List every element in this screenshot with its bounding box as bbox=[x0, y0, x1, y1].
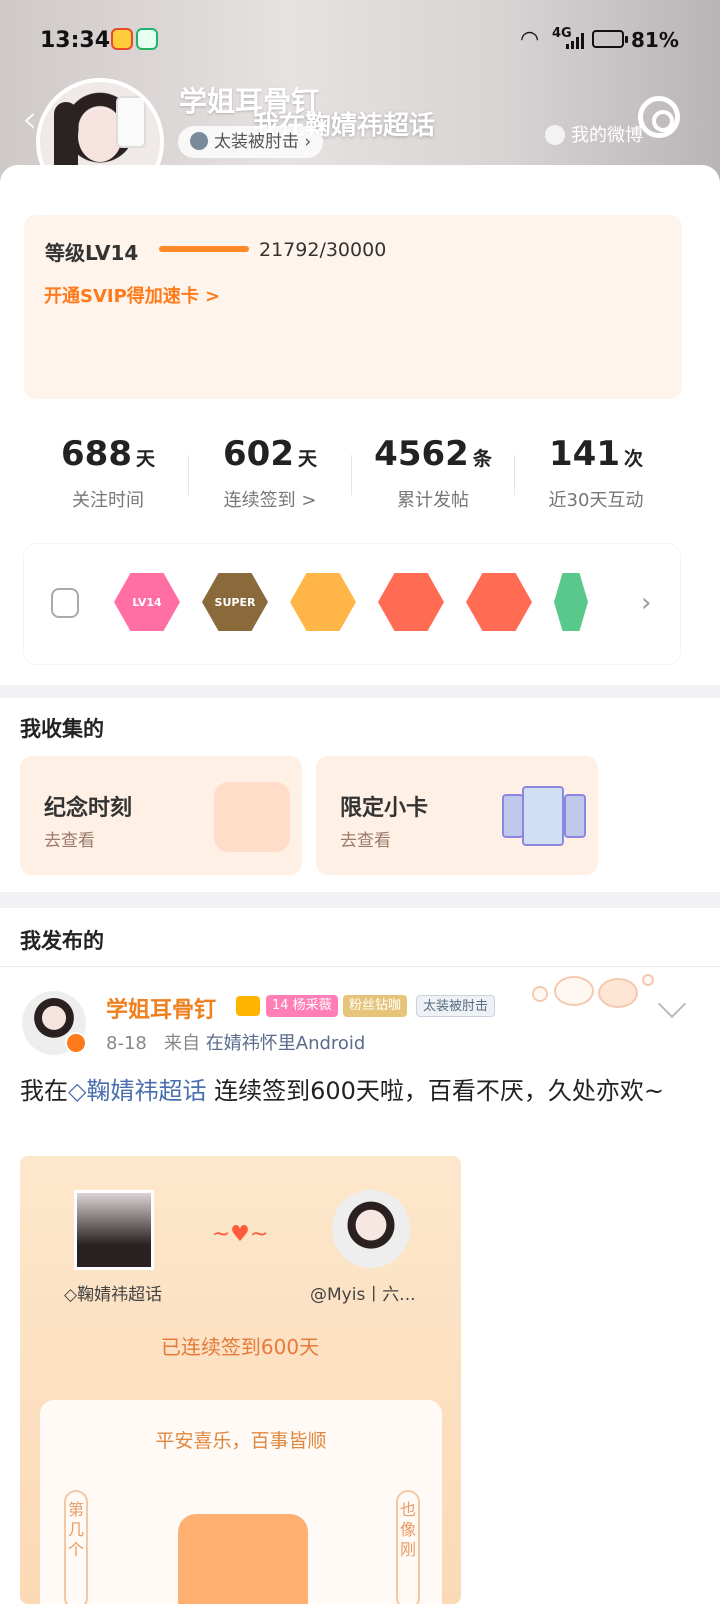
user-avatar-image bbox=[332, 1190, 410, 1268]
stat-checkin-streak[interactable]: 602 天 连续签到 > bbox=[190, 434, 350, 512]
collection-moments[interactable]: 纪念时刻 去查看 bbox=[20, 756, 302, 875]
crown-icon bbox=[236, 996, 260, 1016]
collection-limited-cards[interactable]: 限定小卡 去查看 bbox=[316, 756, 598, 875]
side-text-left: 第几个 bbox=[64, 1490, 88, 1604]
collections-title: 我收集的 bbox=[20, 717, 104, 741]
medal-icon bbox=[51, 588, 79, 618]
level-progress-text: 21792/30000 bbox=[259, 239, 387, 261]
post-meta: 8-18 来自 在婧祎怀里Android bbox=[106, 1029, 365, 1055]
checkin-topic-label: ◇鞠婧祎超话 bbox=[64, 1285, 163, 1305]
divider bbox=[514, 455, 515, 495]
post-date: 8-18 bbox=[106, 1033, 147, 1054]
settings-gear-icon[interactable] bbox=[638, 96, 680, 138]
cat-icon bbox=[190, 132, 208, 150]
profile-tag-label: 太装被肘击 bbox=[214, 132, 299, 152]
checkin-inner-card: 平安喜乐，百事皆顺 第几个 也像刚 bbox=[40, 1400, 442, 1604]
stat-follow-time: 688 天 关注时间 bbox=[61, 434, 155, 511]
divider bbox=[188, 455, 189, 495]
heartbeat-icon: ~♥~ bbox=[211, 1222, 269, 1247]
level-progress-bar bbox=[159, 246, 249, 252]
chevron-right-icon[interactable]: › bbox=[641, 588, 651, 618]
divider bbox=[351, 455, 352, 495]
decoration-icon bbox=[532, 974, 662, 1014]
post-source[interactable]: 在婧祎怀里Android bbox=[206, 1033, 366, 1054]
checkin-user-label: @Myis丨六... bbox=[310, 1285, 416, 1305]
calendar-gift-icon bbox=[178, 1514, 308, 1604]
checkin-card-image[interactable]: ~♥~ ◇鞠婧祎超话 @Myis丨六... 已连续签到600天 平安喜乐，百事皆… bbox=[20, 1156, 461, 1604]
photo-cards-art-icon bbox=[502, 786, 586, 846]
profile-tag[interactable]: 太装被肘击 › bbox=[178, 126, 324, 158]
svip-upgrade-link[interactable]: 开通SVIP得加速卡 > bbox=[44, 282, 220, 308]
checkin-wish-text: 平安喜乐，百事皆顺 bbox=[155, 1430, 327, 1452]
fan-diamond-badge[interactable]: 粉丝钻咖 bbox=[343, 995, 408, 1017]
supertopic-link[interactable]: ◇鞠婧祎超话 bbox=[68, 1077, 206, 1105]
post-author-name[interactable]: 学姐耳骨钉 bbox=[106, 992, 216, 1024]
stat-total-posts: 4562 条 累计发帖 bbox=[374, 434, 492, 511]
side-text-right: 也像刚 bbox=[396, 1490, 420, 1604]
stat-interactions: 141 次 近30天互动 bbox=[548, 434, 644, 511]
profile-page: 13:34 ◠ 4G 81% ‹ v 学姐耳骨钉 我在鞠婧祎超话 太装被肘击 ›… bbox=[0, 0, 720, 1604]
checkin-days-text: 已连续签到600天 bbox=[160, 1335, 320, 1359]
supertopic-image bbox=[74, 1190, 154, 1270]
my-weibo-link[interactable]: 我的微博 bbox=[545, 121, 643, 147]
divider bbox=[0, 966, 720, 967]
weibo-notification-icon bbox=[111, 28, 133, 50]
status-time: 13:34 bbox=[40, 28, 111, 53]
level-label: 等级LV14 bbox=[45, 241, 139, 265]
verified-badge-icon bbox=[65, 1032, 87, 1054]
battery-icon bbox=[592, 30, 628, 48]
post-body-text: 我在◇鞠婧祎超话 连续签到600天啦，百看不厌，久处亦欢~ bbox=[20, 1077, 665, 1105]
post-tag-badge[interactable]: 太装被肘击 bbox=[416, 995, 496, 1017]
back-icon[interactable]: ‹ bbox=[22, 97, 37, 141]
battery-percent: 81% bbox=[631, 28, 679, 52]
calendar-art-icon bbox=[214, 782, 290, 852]
my-weibo-label: 我的微博 bbox=[571, 125, 643, 146]
app-notification-icon bbox=[136, 28, 158, 50]
fan-level-badge[interactable]: 14 杨采薇 bbox=[266, 995, 338, 1017]
signal-icon bbox=[566, 33, 584, 49]
wifi-icon: ◠ bbox=[520, 27, 540, 52]
status-bar: 13:34 ◠ 4G 81% bbox=[0, 0, 720, 80]
posts-title: 我发布的 bbox=[20, 929, 104, 953]
person-icon bbox=[545, 125, 565, 145]
post-from-prefix: 来自 bbox=[164, 1033, 201, 1054]
